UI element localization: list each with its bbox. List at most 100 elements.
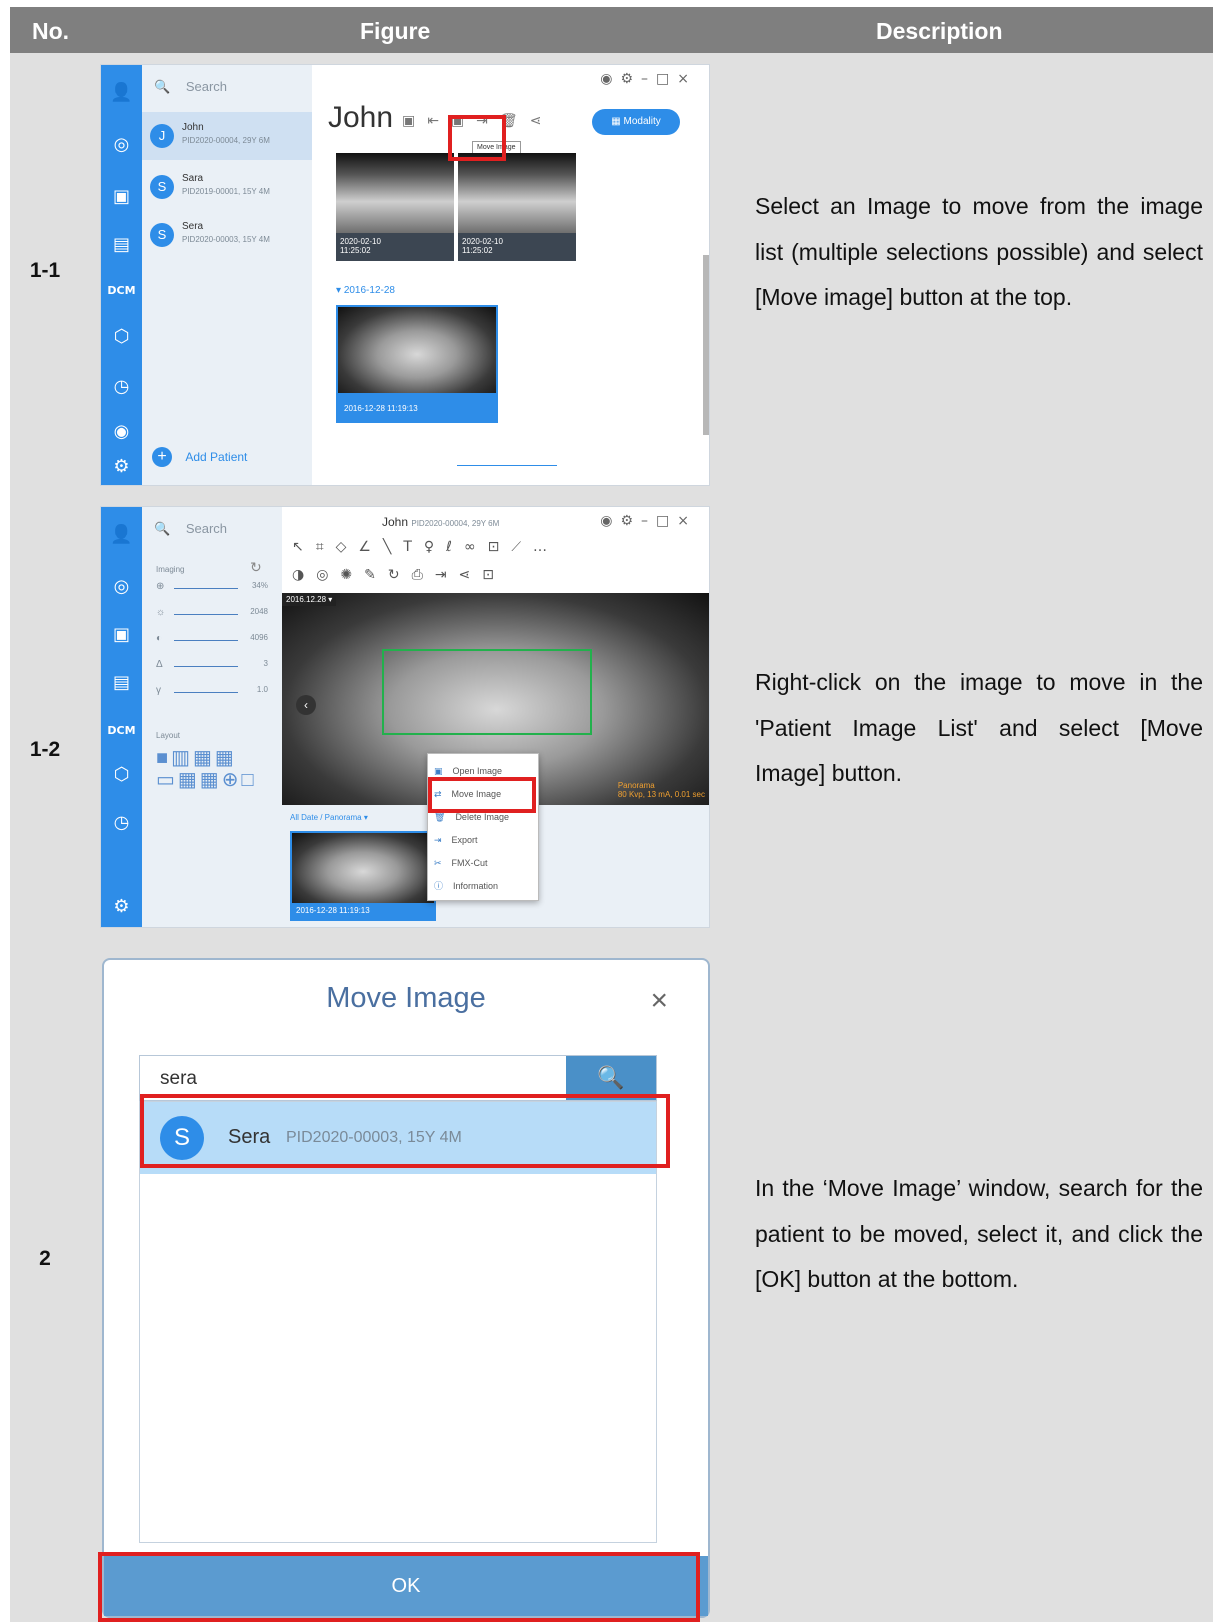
patient-icon[interactable]: 👤 — [101, 83, 142, 103]
window-controls[interactable]: ◉⚙–□× — [600, 513, 697, 529]
avatar: J — [150, 124, 174, 148]
slider-value: 1.0 — [256, 685, 268, 694]
thumb-caption: 2020-02-10 11:25:02 — [336, 233, 454, 261]
thumbnail-selected[interactable]: 2016-12-28 11:19:13 — [290, 831, 436, 921]
roi-box[interactable] — [382, 649, 592, 735]
slider-icon: ☼ — [156, 607, 166, 618]
panorama-xray — [338, 307, 496, 393]
history-icon[interactable]: ◷ — [101, 377, 142, 397]
step-number: 1-1 — [29, 259, 61, 282]
toolbar-row-1[interactable]: ↖⌗◇∠╲T♀ℓ∞⊡⟋… — [292, 539, 559, 555]
avatar: S — [150, 223, 174, 247]
patient-icon[interactable]: 👤 — [101, 525, 142, 545]
patient-item-sera[interactable]: S Sera PID2020-00003, 15Y 4M — [142, 211, 312, 255]
slider-value: 3 — [263, 659, 268, 668]
report-icon[interactable]: ▤ — [101, 235, 142, 255]
scrollbar[interactable] — [703, 255, 709, 435]
panorama-xray — [292, 833, 434, 903]
history-icon[interactable]: ◷ — [101, 813, 142, 833]
highlight-ok-button — [98, 1552, 700, 1622]
chevron-left-icon[interactable]: ‹ — [296, 695, 316, 715]
patient-item-john[interactable]: J John PID2020-00004, 29Y 6M — [142, 112, 312, 160]
zoom-slider[interactable] — [457, 465, 557, 466]
menu-item-label: FMX-Cut — [451, 858, 488, 868]
slider-row[interactable]: ◐ 4096 — [156, 633, 268, 649]
patient-info: PID2020-00003, 15Y 4M — [182, 235, 270, 244]
table-row: 1-1 👤 ◎ ▣ ▤ DCM ⬡ ◷ ◉ ⚙ 🔍 Search J John … — [10, 53, 1213, 495]
slider-track[interactable] — [174, 692, 238, 693]
filter-label: All Date / Panorama — [290, 813, 362, 822]
step-number: 2 — [39, 1247, 51, 1270]
menu-item[interactable]: ⓘ Information — [434, 875, 534, 897]
exposure-overlay: Panorama 80 Kvp, 13 mA, 0.01 sec — [618, 781, 705, 799]
add-patient-button[interactable]: + Add Patient — [152, 447, 247, 467]
plus-icon: + — [152, 447, 172, 467]
3d-icon[interactable]: ⬡ — [101, 765, 142, 785]
slider-row[interactable]: ⊕ 34% — [156, 581, 268, 597]
thumb-label: 2016-12-28 11:19:13 — [344, 404, 418, 413]
layout-grid-icons[interactable]: ■▥▦▦ ▭▦▦⊕□ — [156, 747, 257, 791]
panorama-label: Panorama — [617, 781, 655, 790]
slider-track[interactable] — [174, 666, 238, 667]
patient-list: 🔍 Search J John PID2020-00004, 29Y 6M S … — [142, 65, 312, 485]
close-icon[interactable]: × — [650, 986, 668, 1016]
slider-row[interactable]: Δ3 — [156, 659, 268, 675]
viewer-title: John PID2020-00004, 29Y 6M — [382, 515, 499, 529]
search-bar[interactable]: 🔍 Search — [154, 521, 227, 537]
title-info: PID2020-00004, 29Y 6M — [411, 519, 500, 528]
image-icon[interactable]: ▣ — [101, 187, 142, 207]
search-bar[interactable]: 🔍 Search — [154, 79, 227, 95]
dcm-icon[interactable]: DCM — [101, 281, 142, 301]
search-placeholder: Search — [185, 79, 228, 94]
group-date-header[interactable]: ▾ 2016-12-28 — [336, 285, 395, 296]
menu-item[interactable]: ⇥ Export — [434, 829, 534, 851]
patient-name: John — [182, 122, 204, 133]
modality-button[interactable]: ▦ Modality — [592, 109, 680, 135]
exposure-info: 80 Kvp, 13 mA, 0.01 sec — [617, 790, 705, 799]
filter-dropdown[interactable]: All Date / Panorama ▾ — [290, 813, 368, 822]
thumbnail-1[interactable]: 2020-02-10 11:25:02 — [336, 153, 454, 261]
eye-icon[interactable]: ◉ — [101, 422, 142, 442]
sidebar: 👤 ◎ ▣ ▤ DCM ⬡ ◷ ⚙ — [101, 507, 142, 927]
image-icon[interactable]: ▣ — [101, 625, 142, 645]
menu-item[interactable]: ✂ FMX-Cut — [434, 852, 534, 874]
thumb-caption: 2020-02-10 11:25:02 — [458, 233, 576, 261]
menu-item-label: Open Image — [452, 766, 503, 776]
slider-value: 34% — [251, 581, 268, 590]
slider-icon: Δ — [156, 659, 163, 670]
3d-icon[interactable]: ⬡ — [101, 327, 142, 347]
reset-icon[interactable]: ↻ — [250, 559, 262, 576]
window-controls[interactable]: ◉⚙–□× — [600, 71, 697, 87]
dcm-icon[interactable]: DCM — [101, 721, 142, 741]
camera-icon[interactable]: ◎ — [101, 135, 142, 155]
table-row: 1-2 👤 ◎ ▣ ▤ DCM ⬡ ◷ ⚙ 🔍 Search Imaging ↻… — [10, 495, 1213, 936]
slider-row[interactable]: γ 1.0 — [156, 685, 268, 701]
page-title: John — [328, 101, 394, 134]
search-input[interactable]: sera — [160, 1068, 197, 1090]
report-icon[interactable]: ▤ — [101, 673, 142, 693]
settings-icon[interactable]: ⚙ — [101, 897, 142, 917]
slider-row[interactable]: ☼ 2048 — [156, 607, 268, 623]
slider-track[interactable] — [174, 588, 238, 589]
slider-track[interactable] — [174, 614, 238, 615]
group-date: 2016-12-28 — [343, 285, 395, 296]
search-icon: 🔍 — [597, 1066, 625, 1091]
figure-image-list: 👤 ◎ ▣ ▤ DCM ⬡ ◷ ◉ ⚙ 🔍 Search J John PID2… — [100, 64, 710, 486]
viewer-area: John PID2020-00004, 29Y 6M ◉⚙–□× ↖⌗◇∠╲T♀… — [282, 507, 709, 927]
thumbnail-2[interactable]: 2020-02-10 11:25:02 — [458, 153, 576, 261]
slider-icon: ◐ — [156, 633, 163, 644]
camera-icon[interactable]: ◎ — [101, 577, 142, 597]
thumb-time: 11:25:02 — [462, 246, 493, 255]
toolbar-row-2[interactable]: ◑◎✺✎↻⎙⇥⋖⊡ — [292, 567, 506, 583]
patient-item-sara[interactable]: S Sara PID2019-00001, 15Y 4M — [142, 163, 312, 207]
settings-icon[interactable]: ⚙ — [101, 457, 142, 477]
thumbnail-selected[interactable]: 2016-12-28 11:19:13 — [336, 305, 498, 423]
slider-icon: ⊕ — [156, 581, 165, 592]
slider-track[interactable] — [174, 640, 238, 641]
step-description: In the ‘Move Image’ window, search for t… — [755, 1175, 1203, 1292]
header-figure: Figure — [360, 18, 431, 44]
image-date-tag[interactable]: 2016.12.28 ▾ — [282, 593, 337, 606]
layout-label: Layout — [156, 731, 181, 740]
table-row: 2 Move Image × sera 🔍 S Sera PID2020-000… — [10, 936, 1213, 1622]
export-icon: ⇥ — [434, 836, 442, 846]
